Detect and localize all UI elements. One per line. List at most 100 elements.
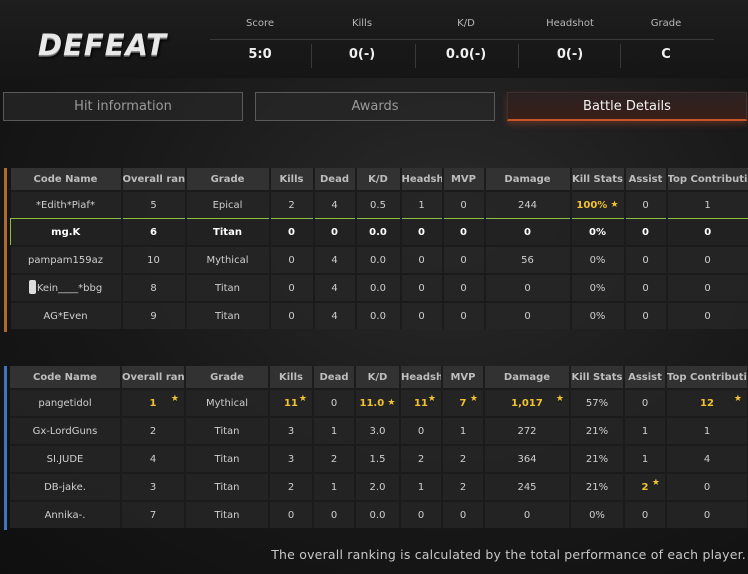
player-name[interactable]: *Edith*Piaf* <box>10 190 123 219</box>
mvp: 0 <box>442 218 486 247</box>
top-contribution: 0 <box>666 218 748 247</box>
kd: 0.5 <box>355 190 402 219</box>
kill-stats: 0% <box>570 500 625 528</box>
player-row[interactable]: Annika-. 7 Titan 0 0 0.0 0 0 0 0% 0 0 <box>10 500 748 528</box>
player-name-cell[interactable]: mg.K <box>10 218 123 247</box>
dead: 4 <box>313 301 357 329</box>
stat-score: Score 5:0 <box>210 10 310 72</box>
assist: 0 <box>624 388 667 417</box>
damage: 245 <box>484 472 571 501</box>
overall-rank: 7 <box>121 500 186 528</box>
top-contribution: 0 <box>666 273 748 302</box>
player-row[interactable]: *Edith*Piaf* 5 Epical 2 4 0.5 1 0 244 10… <box>10 190 748 219</box>
mvp: 1 <box>442 416 485 445</box>
headshot: 0 <box>400 416 443 445</box>
my-player-row[interactable]: mg.K 6 Titan 0 0 0.0 0 0 0 0% 0 0 <box>10 218 748 247</box>
kd: 0.0 <box>355 301 402 329</box>
kills: 0 <box>269 301 315 329</box>
player-row[interactable]: SI.JUDE 4 Titan 3 2 1.5 2 2 364 21% 1 4 <box>10 444 748 473</box>
player-name: mg.K <box>51 226 81 238</box>
player-name[interactable]: pampam159az <box>10 245 123 274</box>
ranking-footnote: The overall ranking is calculated by the… <box>271 547 746 562</box>
mvp: 2 <box>442 444 485 473</box>
team2-scoreboard: Code Name Overall rank Grade Kills Dead … <box>4 366 748 530</box>
top-contribution-cell: 12 ★ <box>666 388 748 417</box>
player-name-cell[interactable]: Kein____*bbg <box>10 273 123 302</box>
kill-stats: 21% <box>570 444 625 473</box>
assist: 0 <box>624 273 668 302</box>
player-name[interactable]: SI.JUDE <box>10 444 122 473</box>
player-row[interactable]: DB-jake. 3 Titan 2 1 2.0 1 2 245 21% 2 ★ … <box>10 472 748 501</box>
kd: 0.0 <box>355 500 401 528</box>
stat-value: 5:0 <box>248 47 272 62</box>
best-star-icon: ★ <box>733 394 742 404</box>
kd: 3.0 <box>355 416 401 445</box>
team2-color-bar <box>4 366 7 530</box>
top-contribution: 0 <box>666 245 748 274</box>
damage: 0 <box>484 218 572 247</box>
damage: 272 <box>484 416 571 445</box>
tab-battle-details[interactable]: Battle Details <box>507 92 747 121</box>
grade: Epical <box>185 190 271 219</box>
col-header: Damage <box>484 366 571 389</box>
assist: 0 <box>624 218 668 247</box>
kill-stats: 0% <box>570 301 626 329</box>
top-contribution: 1 <box>666 190 748 219</box>
player-row[interactable]: Gx-LordGuns 2 Titan 3 1 3.0 0 1 272 21% … <box>10 416 748 445</box>
best-star-icon: ★ <box>427 394 436 404</box>
best-star-icon: ★ <box>555 394 564 404</box>
team1-color-bar <box>4 168 7 332</box>
top-contribution: 0 <box>666 301 748 329</box>
damage-cell: 1,017 ★ <box>484 388 571 417</box>
table-header-row: Code Name Overall rank Grade Kills Dead … <box>10 366 748 389</box>
top-contribution: 12 <box>700 397 714 409</box>
kill-stats: 21% <box>570 416 625 445</box>
player-row[interactable]: Kein____*bbg 8 Titan 0 4 0.0 0 0 0 0% 0 … <box>10 273 748 302</box>
kills: 2 <box>269 190 315 219</box>
assist: 0 <box>624 301 668 329</box>
stat-value: C <box>661 47 671 62</box>
team2-table: Code Name Overall rank Grade Kills Dead … <box>10 366 748 528</box>
kill-stats-value: 100% <box>576 199 608 211</box>
stat-separator <box>518 44 519 68</box>
best-star-icon: ★ <box>610 199 619 210</box>
stat-label: Score <box>245 18 274 29</box>
tab-hit-information[interactable]: Hit information <box>3 92 243 121</box>
mvp: 2 <box>442 472 485 501</box>
dead: 0 <box>313 218 357 247</box>
headshot: 0 <box>400 500 443 528</box>
grade: Titan <box>185 416 270 445</box>
stat-label: K/D <box>457 18 475 29</box>
assist: 0 <box>624 190 668 219</box>
headshot: 1 <box>400 472 443 501</box>
team1-table: Code Name Overall rank Grade Kills Dead … <box>10 168 748 329</box>
top-contribution: 0 <box>666 472 748 501</box>
headshot: 0 <box>400 218 444 247</box>
col-header: Kills <box>269 168 315 191</box>
mvp: 0 <box>442 273 486 302</box>
kills: 0 <box>269 273 315 302</box>
player-name[interactable]: AG*Even <box>10 301 123 329</box>
col-header: Headshot <box>400 366 443 389</box>
player-name[interactable]: Gx-LordGuns <box>10 416 122 445</box>
grade: Mythical <box>185 245 271 274</box>
dead: 1 <box>313 416 356 445</box>
player-row[interactable]: AG*Even 9 Titan 0 4 0.0 0 0 0 0% 0 0 <box>10 301 748 329</box>
kills: 0 <box>269 500 314 528</box>
assist: 1 <box>624 416 667 445</box>
kd: 2.0 <box>355 472 401 501</box>
kills: 0 <box>269 218 315 247</box>
player-name[interactable]: Annika-. <box>10 500 122 528</box>
player-status-icon <box>28 280 36 294</box>
player-row[interactable]: pangetidol 1 ★ Mythical 11 ★ 0 11.0 ★ 11 ★ … <box>10 388 748 417</box>
col-header: Assist <box>624 168 668 191</box>
current-player-arrow-icon <box>11 227 12 237</box>
table-header-row: Code Name Overall rank Grade Kills Dead … <box>10 168 748 191</box>
player-name[interactable]: pangetidol <box>10 388 122 417</box>
tab-awards[interactable]: Awards <box>255 92 495 121</box>
best-star-icon: ★ <box>387 397 396 408</box>
player-row[interactable]: pampam159az 10 Mythical 0 4 0.0 0 0 56 0… <box>10 245 748 274</box>
player-name[interactable]: DB-jake. <box>10 472 122 501</box>
stat-headshot: Headshot 0(-) <box>520 10 620 72</box>
kill-stats: 0% <box>570 218 626 247</box>
